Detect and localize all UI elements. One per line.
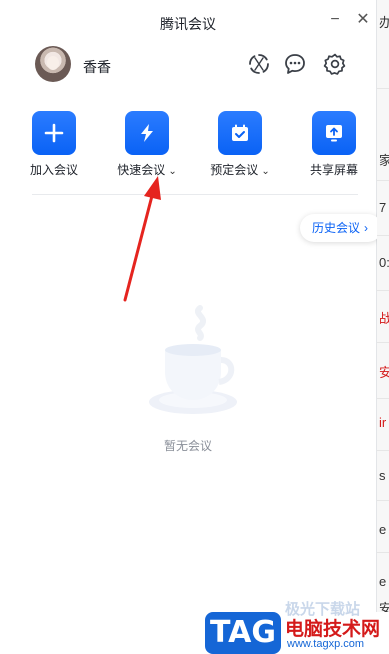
watermark-url: www.tagxp.com bbox=[287, 638, 365, 650]
settings-icon[interactable] bbox=[323, 52, 347, 76]
watermark: 极光下载站 TAG 电脑技术网 www.tagxp.com bbox=[205, 601, 389, 654]
meeting-window: 腾讯会议 − ✕ 香香 加入会议 快速会议 ⌄ 预定会议 ⌄ 共享屏幕 暂无会议 bbox=[0, 0, 377, 654]
background-text: s bbox=[379, 468, 386, 483]
watermark-logo: TAG bbox=[205, 612, 281, 654]
schedule-meeting-label: 预定会议 bbox=[210, 163, 259, 177]
avatar[interactable] bbox=[35, 46, 71, 82]
chevron-right-icon: › bbox=[364, 221, 369, 235]
background-text: ir bbox=[379, 415, 387, 430]
divider bbox=[32, 194, 358, 195]
background-window-strip: 办 家 7 0: 战 安 ir s e e 安 bbox=[377, 0, 389, 654]
window-title: 腾讯会议 bbox=[160, 16, 216, 32]
share-screen-label: 共享屏幕 bbox=[309, 163, 358, 177]
background-text: e bbox=[379, 574, 387, 589]
lightning-icon bbox=[125, 111, 169, 155]
join-meeting-button[interactable]: 加入会议 bbox=[14, 111, 94, 178]
plus-icon bbox=[32, 111, 76, 155]
share-screen-button[interactable]: 共享屏幕 bbox=[294, 111, 374, 178]
quick-meeting-button[interactable]: 快速会议 ⌄ bbox=[107, 111, 187, 178]
background-text: 安 bbox=[379, 365, 389, 380]
background-text: 办 bbox=[379, 15, 389, 30]
background-text: 0: bbox=[379, 255, 389, 270]
background-text: 家 bbox=[379, 153, 389, 168]
share-screen-icon bbox=[312, 111, 356, 155]
empty-state-text: 暂无会议 bbox=[163, 439, 212, 453]
history-meetings-label: 历史会议 bbox=[312, 221, 361, 235]
chevron-down-icon[interactable]: ⌄ bbox=[261, 166, 269, 177]
join-meeting-label: 加入会议 bbox=[29, 163, 78, 177]
close-button[interactable]: ✕ bbox=[354, 10, 372, 30]
calendar-check-icon bbox=[218, 111, 262, 155]
watermark-title: 电脑技术网 bbox=[285, 619, 381, 640]
annotation-arrow bbox=[123, 176, 161, 302]
background-text: e bbox=[379, 522, 387, 537]
user-name[interactable]: 香香 bbox=[83, 57, 111, 77]
minimize-button[interactable]: − bbox=[326, 10, 344, 30]
background-text: 战 bbox=[379, 311, 389, 326]
background-text: 7 bbox=[379, 200, 387, 215]
history-meetings-button[interactable]: 历史会议 › bbox=[300, 214, 382, 242]
empty-cup-illustration bbox=[149, 305, 237, 414]
chat-icon[interactable] bbox=[283, 52, 307, 76]
schedule-meeting-button[interactable]: 预定会议 ⌄ bbox=[200, 111, 280, 178]
sync-icon[interactable] bbox=[247, 52, 271, 76]
